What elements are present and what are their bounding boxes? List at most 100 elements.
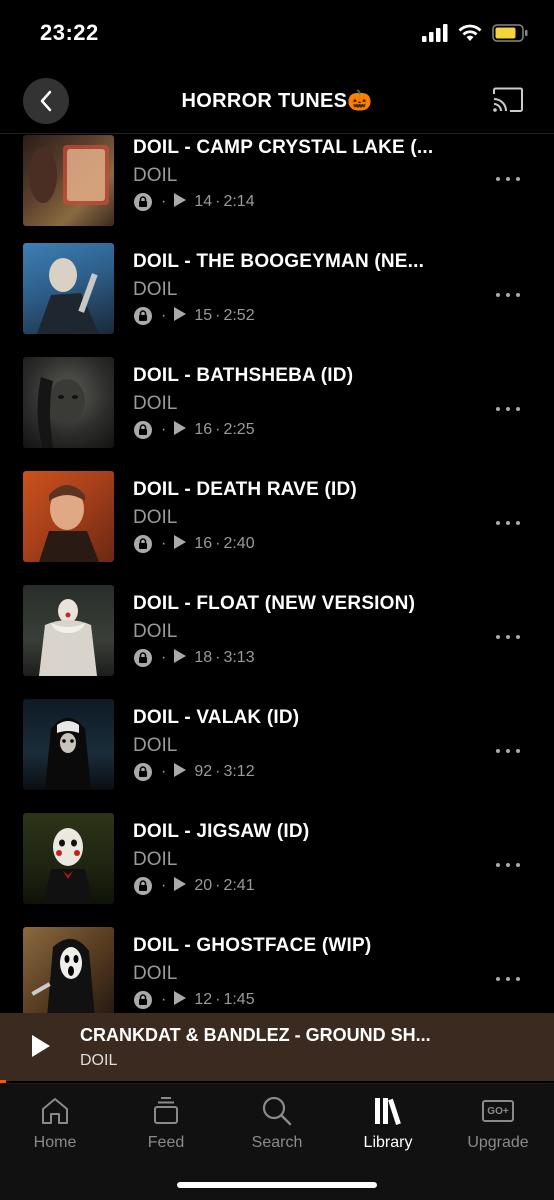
track-meta: · 16 · 2:40 <box>133 534 474 554</box>
lock-icon <box>133 534 153 554</box>
meta-separator: · <box>161 307 167 324</box>
track-artist: DOIL <box>133 279 178 300</box>
status-bar: 23:22 <box>0 0 554 70</box>
lock-icon <box>133 192 153 212</box>
tab-label: Library <box>363 1134 413 1151</box>
tab-label: Home <box>33 1134 77 1151</box>
track-artwork <box>23 243 114 334</box>
track-row[interactable]: DOIL - VALAK (ID) DOIL · 92 · 3:12 <box>0 697 554 811</box>
more-options-button[interactable] <box>496 627 520 647</box>
track-row[interactable]: DOIL - GHOSTFACE (WIP) DOIL · 12 · 1:45 <box>0 925 554 1013</box>
wifi-icon <box>458 24 482 41</box>
more-options-button[interactable] <box>496 285 520 305</box>
dot-icon <box>496 977 500 981</box>
track-meta: · 14 · 2:14 <box>133 192 474 212</box>
track-row[interactable]: DOIL - BATHSHEBA (ID) DOIL · 16 · 2:25 <box>0 355 554 469</box>
cast-button[interactable] <box>492 87 524 118</box>
dot-icon <box>516 863 520 867</box>
dot-icon <box>516 977 520 981</box>
dot-icon <box>506 521 510 525</box>
track-row[interactable]: DOIL - DEATH RAVE (ID) DOIL · 16 · 2:40 <box>0 469 554 583</box>
tab-feed[interactable]: Feed <box>111 1094 221 1152</box>
track-meta: · 12 · 1:45 <box>133 990 474 1010</box>
tab-library[interactable]: Library <box>333 1094 443 1152</box>
dot-icon <box>496 863 500 867</box>
meta-separator: · <box>161 421 167 438</box>
lock-icon <box>133 306 153 326</box>
dot-icon <box>516 407 520 411</box>
meta-separator: · <box>215 991 221 1008</box>
more-options-button[interactable] <box>496 399 520 419</box>
play-count-icon <box>174 876 187 896</box>
search-icon <box>262 1096 292 1126</box>
mini-player-play-button[interactable] <box>31 1034 51 1063</box>
tab-upgrade[interactable]: GO+ Upgrade <box>443 1094 553 1152</box>
more-options-button[interactable] <box>496 969 520 989</box>
track-row[interactable]: DOIL - FLOAT (NEW VERSION) DOIL · 18 · 3… <box>0 583 554 697</box>
tab-search[interactable]: Search <box>222 1094 332 1152</box>
dot-icon <box>496 177 500 181</box>
play-count: 14 <box>194 193 213 210</box>
lock-icon <box>133 420 153 440</box>
track-artwork <box>23 813 114 904</box>
track-row[interactable]: DOIL - THE BOOGEYMAN (NE... DOIL · 15 · … <box>0 241 554 355</box>
meta-separator: · <box>215 421 221 438</box>
upgrade-icon: GO+ <box>482 1100 514 1122</box>
track-title: DOIL - FLOAT (NEW VERSION) <box>133 593 416 614</box>
dot-icon <box>506 863 510 867</box>
now-playing-title: CRANKDAT & BANDLEZ - GROUND SH... <box>80 1025 431 1045</box>
track-title: DOIL - DEATH RAVE (ID) <box>133 479 357 500</box>
track-artist: DOIL <box>133 507 178 528</box>
track-row[interactable]: DOIL - JIGSAW (ID) DOIL · 20 · 2:41 <box>0 811 554 925</box>
play-count-icon <box>174 420 187 440</box>
mini-player[interactable]: CRANKDAT & BANDLEZ - GROUND SH... DOIL <box>0 1013 554 1083</box>
meta-separator: · <box>161 991 167 1008</box>
play-count-icon <box>174 192 187 212</box>
track-title: DOIL - VALAK (ID) <box>133 707 300 728</box>
play-count: 18 <box>194 649 213 666</box>
track-meta: · 20 · 2:41 <box>133 876 474 896</box>
page-title: HORROR TUNES🎃 <box>181 90 373 112</box>
dot-icon <box>506 177 510 181</box>
track-title: DOIL - JIGSAW (ID) <box>133 821 310 842</box>
meta-separator: · <box>215 307 221 324</box>
track-duration: 3:12 <box>223 763 255 780</box>
tab-label: Upgrade <box>467 1134 529 1151</box>
track-artist: DOIL <box>133 849 178 870</box>
track-list: DOIL - CAMP CRYSTAL LAKE (... DOIL · 14 … <box>0 135 554 1013</box>
dot-icon <box>496 521 500 525</box>
dot-icon <box>496 407 500 411</box>
dot-icon <box>506 977 510 981</box>
dot-icon <box>516 293 520 297</box>
track-title: DOIL - GHOSTFACE (WIP) <box>133 935 372 956</box>
track-meta: · 16 · 2:25 <box>133 420 474 440</box>
dot-icon <box>506 407 510 411</box>
track-artwork <box>23 135 114 226</box>
more-options-button[interactable] <box>496 855 520 875</box>
track-artwork <box>23 699 114 790</box>
play-count: 16 <box>194 535 213 552</box>
tab-home[interactable]: Home <box>0 1094 110 1152</box>
tab-label: Feed <box>147 1134 185 1151</box>
track-artist: DOIL <box>133 165 178 186</box>
more-options-button[interactable] <box>496 169 520 189</box>
play-count: 12 <box>194 991 213 1008</box>
track-artwork <box>23 927 114 1013</box>
track-row[interactable]: DOIL - CAMP CRYSTAL LAKE (... DOIL · 14 … <box>0 135 554 241</box>
lock-icon <box>133 648 153 668</box>
more-options-button[interactable] <box>496 741 520 761</box>
more-options-button[interactable] <box>496 513 520 533</box>
track-duration: 2:52 <box>223 307 255 324</box>
play-count-icon <box>174 990 187 1010</box>
dot-icon <box>516 635 520 639</box>
lock-icon <box>133 990 153 1010</box>
dot-icon <box>496 293 500 297</box>
bottom-tab-bar: Home Feed Search Library GO+ Upgrade <box>0 1083 554 1200</box>
play-count: 16 <box>194 421 213 438</box>
meta-separator: · <box>215 877 221 894</box>
play-count-icon <box>174 762 187 782</box>
meta-separator: · <box>161 535 167 552</box>
meta-separator: · <box>215 763 221 780</box>
track-artwork <box>23 585 114 676</box>
track-title: DOIL - THE BOOGEYMAN (NE... <box>133 251 425 272</box>
